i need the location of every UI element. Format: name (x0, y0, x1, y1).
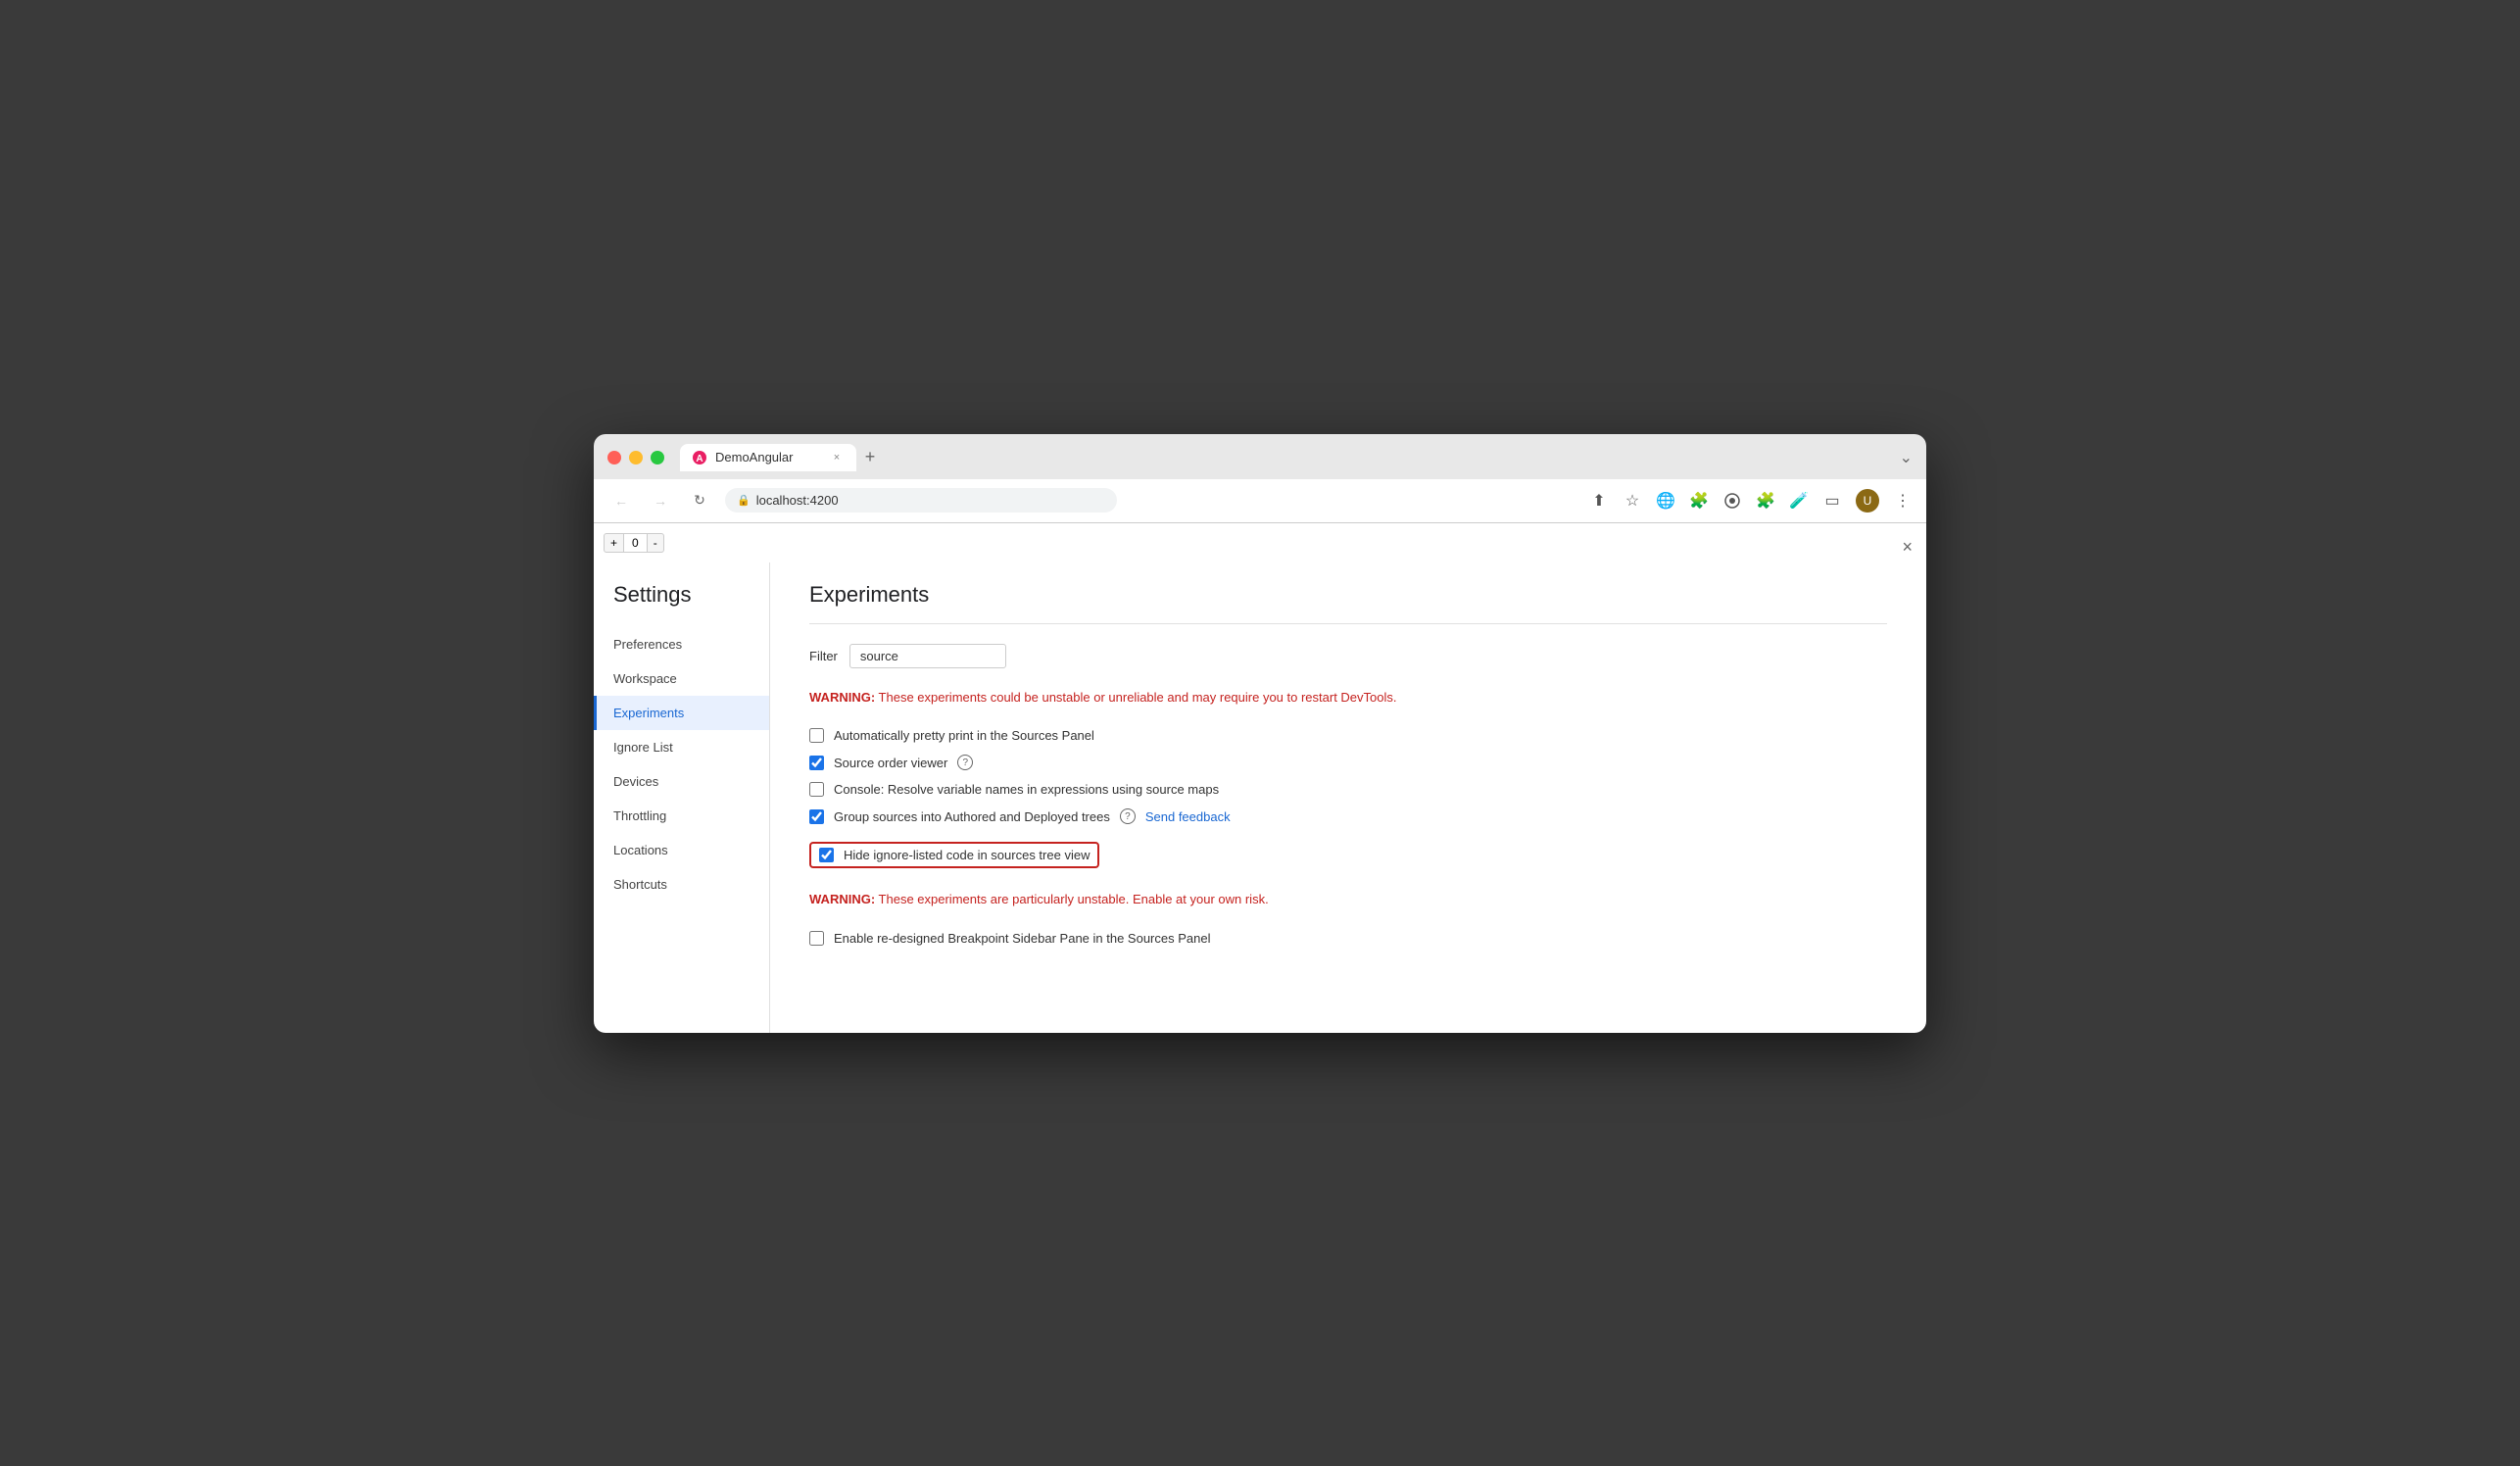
experiment-item-5: Hide ignore-listed code in sources tree … (809, 836, 1887, 874)
sidebar-item-throttling[interactable]: Throttling (594, 799, 769, 833)
tab-close-button[interactable]: × (829, 450, 845, 465)
separator (809, 623, 1887, 624)
checkbox-console-resolve-label: Console: Resolve variable names in expre… (834, 782, 1219, 797)
help-icon-group-sources[interactable]: ? (1120, 808, 1136, 824)
sidebar-item-experiments-label: Experiments (613, 706, 684, 720)
browser-tab-active[interactable]: A DemoAngular × (680, 444, 856, 471)
filter-row: Filter (809, 644, 1887, 668)
sidebar-item-devices[interactable]: Devices (594, 764, 769, 799)
traffic-light-green[interactable] (651, 451, 664, 464)
sidebar-item-locations-label: Locations (613, 843, 668, 857)
address-input[interactable]: 🔒 localhost:4200 (725, 488, 1117, 513)
settings-main: Experiments Filter WARNING: These experi… (770, 562, 1926, 1033)
avatar[interactable]: U (1856, 489, 1879, 513)
highlighted-item: Hide ignore-listed code in sources tree … (809, 842, 1099, 868)
sidebar-item-shortcuts-label: Shortcuts (613, 877, 667, 892)
address-bar: ← → ↻ 🔒 localhost:4200 ⬆ ☆ 🌐 🧩 🧩 🧪 ▭ U ⋮ (594, 479, 1926, 523)
reload-icon: ↻ (694, 492, 705, 509)
traffic-lights (607, 451, 664, 464)
warning-message-2: These experiments are particularly unsta… (875, 892, 1269, 906)
warning-message-1: These experiments could be unstable or u… (875, 690, 1396, 705)
checkbox-hide-ignore-listed-label: Hide ignore-listed code in sources tree … (844, 848, 1090, 862)
settings-title: Settings (594, 582, 769, 627)
title-bar-top: A DemoAngular × + ⌄ (607, 444, 1913, 471)
counter-increment-button[interactable]: + (604, 533, 624, 553)
browser-window: A DemoAngular × + ⌄ ← → ↻ 🔒 localhost:42… (594, 434, 1926, 1033)
sidebar-item-shortcuts[interactable]: Shortcuts (594, 867, 769, 902)
checkbox-console-resolve[interactable] (809, 782, 824, 797)
experiment-item-4: Group sources into Authored and Deployed… (809, 803, 1887, 830)
new-tab-button[interactable]: + (856, 444, 884, 471)
experiment-item-6: Enable re-designed Breakpoint Sidebar Pa… (809, 925, 1887, 952)
checkbox-breakpoint-pane-label: Enable re-designed Breakpoint Sidebar Pa… (834, 931, 1210, 946)
sidebar-icon[interactable]: ▭ (1822, 491, 1842, 511)
menu-icon[interactable]: ⋮ (1893, 491, 1913, 511)
devtools-icon[interactable] (1722, 491, 1742, 511)
send-feedback-link[interactable]: Send feedback (1145, 809, 1231, 824)
warning-text-1: WARNING: These experiments could be unst… (809, 688, 1887, 708)
settings-panel: Settings Preferences Workspace Experimen… (594, 523, 1926, 1033)
extensions-puzzle-icon[interactable]: 🧩 (1756, 491, 1775, 511)
traffic-light-yellow[interactable] (629, 451, 643, 464)
extension-icon[interactable]: 🧩 (1689, 491, 1709, 511)
checkbox-group-sources[interactable] (809, 809, 824, 824)
sidebar-item-workspace-label: Workspace (613, 671, 677, 686)
lock-icon: 🔒 (737, 494, 751, 507)
title-bar-right: ⌄ (1900, 448, 1913, 467)
help-icon-source-order[interactable]: ? (957, 755, 973, 770)
experiment-item-1: Automatically pretty print in the Source… (809, 722, 1887, 749)
back-button[interactable]: ← (607, 487, 635, 514)
flask-icon[interactable]: 🧪 (1789, 491, 1809, 511)
address-text: localhost:4200 (756, 493, 839, 508)
sidebar-item-ignore-list[interactable]: Ignore List (594, 730, 769, 764)
svg-text:A: A (696, 454, 703, 464)
sidebar-item-locations[interactable]: Locations (594, 833, 769, 867)
share-icon[interactable]: ⬆ (1589, 491, 1609, 511)
counter-value: 0 (624, 533, 647, 553)
bookmark-icon[interactable]: ☆ (1623, 491, 1642, 511)
sidebar-item-ignore-list-label: Ignore List (613, 740, 673, 755)
sidebar-item-throttling-label: Throttling (613, 808, 666, 823)
page-content: + 0 - × Settings Preferences Workspace E… (594, 523, 1926, 1033)
traffic-light-red[interactable] (607, 451, 621, 464)
toolbar-right: ⬆ ☆ 🌐 🧩 🧩 🧪 ▭ U ⋮ (1589, 489, 1913, 513)
sidebar-item-preferences-label: Preferences (613, 637, 682, 652)
experiments-title: Experiments (809, 582, 1887, 608)
forward-button[interactable]: → (647, 487, 674, 514)
checkbox-group-sources-label: Group sources into Authored and Deployed… (834, 809, 1110, 824)
experiment-item-3: Console: Resolve variable names in expre… (809, 776, 1887, 803)
translate-icon[interactable]: 🌐 (1656, 491, 1675, 511)
back-icon: ← (614, 493, 628, 509)
experiment-item-2: Source order viewer ? (809, 749, 1887, 776)
tab-bar: A DemoAngular × + (680, 444, 1900, 471)
checkbox-hide-ignore-listed[interactable] (819, 848, 834, 862)
checkbox-breakpoint-pane[interactable] (809, 931, 824, 946)
checkbox-source-order-viewer[interactable] (809, 756, 824, 770)
panel-close-button[interactable]: × (1902, 537, 1913, 558)
sidebar-item-workspace[interactable]: Workspace (594, 661, 769, 696)
checkbox-pretty-print[interactable] (809, 728, 824, 743)
checkbox-source-order-viewer-label: Source order viewer (834, 756, 947, 770)
tab-title: DemoAngular (715, 450, 794, 464)
checkbox-pretty-print-label: Automatically pretty print in the Source… (834, 728, 1094, 743)
settings-sidebar: Settings Preferences Workspace Experimen… (594, 562, 770, 1033)
window-chevron-icon[interactable]: ⌄ (1900, 448, 1913, 467)
warning-label-2: WARNING: (809, 892, 875, 906)
sidebar-item-preferences[interactable]: Preferences (594, 627, 769, 661)
title-bar: A DemoAngular × + ⌄ (594, 434, 1926, 479)
filter-input[interactable] (849, 644, 1006, 668)
tab-favicon: A (692, 450, 707, 465)
reload-button[interactable]: ↻ (686, 487, 713, 514)
sidebar-item-devices-label: Devices (613, 774, 658, 789)
counter-decrement-button[interactable]: - (647, 533, 664, 553)
sidebar-item-experiments[interactable]: Experiments (594, 696, 769, 730)
devtools-counter: + 0 - (604, 533, 664, 553)
warning-text-2: WARNING: These experiments are particula… (809, 890, 1887, 909)
warning-label-1: WARNING: (809, 690, 875, 705)
forward-icon: → (654, 493, 667, 509)
filter-label: Filter (809, 649, 838, 663)
